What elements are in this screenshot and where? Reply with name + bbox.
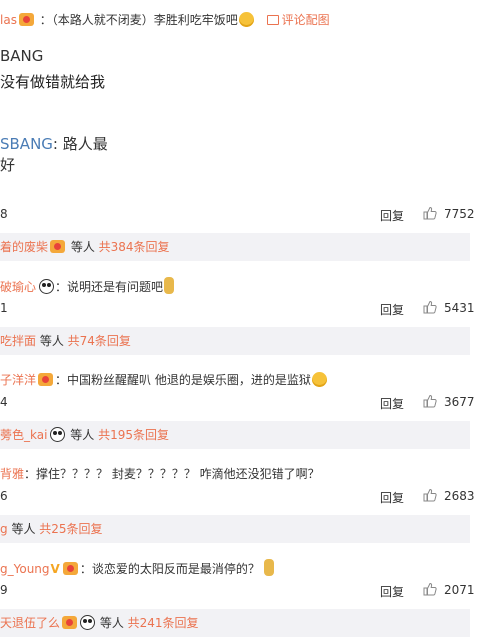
comment-meta: 6 回复 2683	[0, 488, 489, 506]
figure-emoji-icon	[164, 277, 175, 294]
comment-line: 子洋洋 ：中国粉丝醒醒叭 他退的是娱乐圈，进的是监狱	[0, 371, 328, 388]
reply-username[interactable]: g	[0, 522, 8, 536]
comment-time: 4	[0, 395, 8, 409]
comment-username[interactable]: 背雅	[0, 467, 24, 481]
replies-summary[interactable]: 蒡色_kai 等人 共195条回复	[0, 421, 470, 449]
image-text-line: BANG	[0, 47, 44, 65]
panda-emoji-icon	[39, 279, 55, 294]
comment-meta: 9 回复 2071	[0, 582, 489, 600]
panda-emoji-icon	[50, 427, 66, 442]
panda-emoji-icon	[80, 615, 96, 630]
thumbs-up-icon[interactable]	[423, 206, 437, 220]
like-count: 5431	[444, 301, 475, 315]
cat-emoji-icon	[311, 372, 327, 387]
reply-count-link[interactable]: 共74条回复	[68, 334, 131, 348]
like-count: 3677	[444, 395, 475, 409]
reply-username[interactable]: 天退伍了么	[0, 616, 60, 630]
comment-username[interactable]: las	[0, 13, 17, 27]
replies-summary[interactable]: 天退伍了么 等人 共241条回复	[0, 609, 470, 637]
like-count: 7752	[444, 207, 475, 221]
comment-line: 背雅：撑住？？？？ 封麦？？？？？ 咋滴他还没犯错了啊？	[0, 465, 320, 482]
image-text-line: 没有做错就给我	[0, 73, 106, 91]
comment-text: ：谈恋爱的太阳反而是最消停的？	[79, 562, 260, 576]
grin-emoji-icon	[238, 12, 254, 27]
verified-v-icon: V	[50, 562, 60, 576]
comment-meta: 1 回复 5431	[0, 300, 489, 318]
replies-summary[interactable]: 吃拌面 等人 共74条回复	[0, 327, 470, 355]
comment-line: las ：（本路人就不闭麦）李胜利吃牢饭吧 评论配图	[0, 11, 330, 28]
comment-meta: 8 回复 7752	[0, 206, 489, 224]
comment-meta: 4 回复 3677	[0, 394, 489, 412]
reply-count-link[interactable]: 共25条回复	[39, 522, 102, 536]
replies-summary[interactable]: g 等人 共25条回复	[0, 515, 470, 543]
comment-text: ：撑住？？？？ 封麦？？？？？ 咋滴他还没犯错了啊？	[24, 467, 320, 481]
reply-button[interactable]: 回复	[380, 207, 404, 224]
reply-button[interactable]: 回复	[380, 395, 404, 412]
image-text-line: SBANG: 路人最好	[0, 135, 108, 174]
comment-text: ：说明还是有问题吧	[55, 280, 164, 294]
member-badge-icon	[62, 616, 78, 629]
comment-time: 1	[0, 301, 8, 315]
comment-text: ：中国粉丝醒醒叭 他退的是娱乐圈，进的是监狱	[55, 373, 311, 387]
comment-username[interactable]: g_Young	[0, 562, 50, 576]
comment-time: 9	[0, 583, 8, 597]
reply-count-link[interactable]: 共384条回复	[99, 240, 170, 254]
reply-username[interactable]: 着的废柴	[0, 240, 48, 254]
reply-button[interactable]: 回复	[380, 489, 404, 506]
like-count: 2683	[444, 489, 475, 503]
member-badge-icon	[38, 373, 54, 386]
replies-summary[interactable]: 着的废柴 等人 共384条回复	[0, 233, 470, 261]
comment-username[interactable]: 破瑜心	[0, 280, 36, 294]
reply-button[interactable]: 回复	[380, 583, 404, 600]
reply-username[interactable]: 吃拌面	[0, 334, 36, 348]
comment-line: g_YoungV ：谈恋爱的太阳反而是最消停的？	[0, 559, 275, 577]
comment-text: ：（本路人就不闭麦）李胜利吃牢饭吧	[39, 13, 238, 27]
like-count: 2071	[444, 583, 475, 597]
figure-emoji-icon	[263, 559, 274, 576]
member-badge-icon	[50, 240, 66, 253]
view-picture-link[interactable]: 评论配图	[266, 13, 330, 27]
comment-image[interactable]: BANG 没有做错就给我 SBANG: 路人最好	[0, 35, 115, 199]
thumbs-up-icon[interactable]	[423, 488, 437, 502]
thumbs-up-icon[interactable]	[423, 394, 437, 408]
comment-username[interactable]: 子洋洋	[0, 373, 36, 387]
reply-count-link[interactable]: 共195条回复	[98, 428, 169, 442]
member-badge-icon	[18, 13, 34, 26]
picture-icon	[266, 15, 279, 25]
comment-time: 6	[0, 489, 8, 503]
reply-button[interactable]: 回复	[380, 301, 404, 318]
comment-line: 破瑜心 ：说明还是有问题吧	[0, 277, 175, 295]
member-badge-icon	[62, 562, 78, 575]
thumbs-up-icon[interactable]	[423, 300, 437, 314]
thumbs-up-icon[interactable]	[423, 582, 437, 596]
comment-time: 8	[0, 207, 8, 221]
reply-count-link[interactable]: 共241条回复	[128, 616, 199, 630]
reply-username[interactable]: 蒡色_kai	[0, 428, 47, 442]
